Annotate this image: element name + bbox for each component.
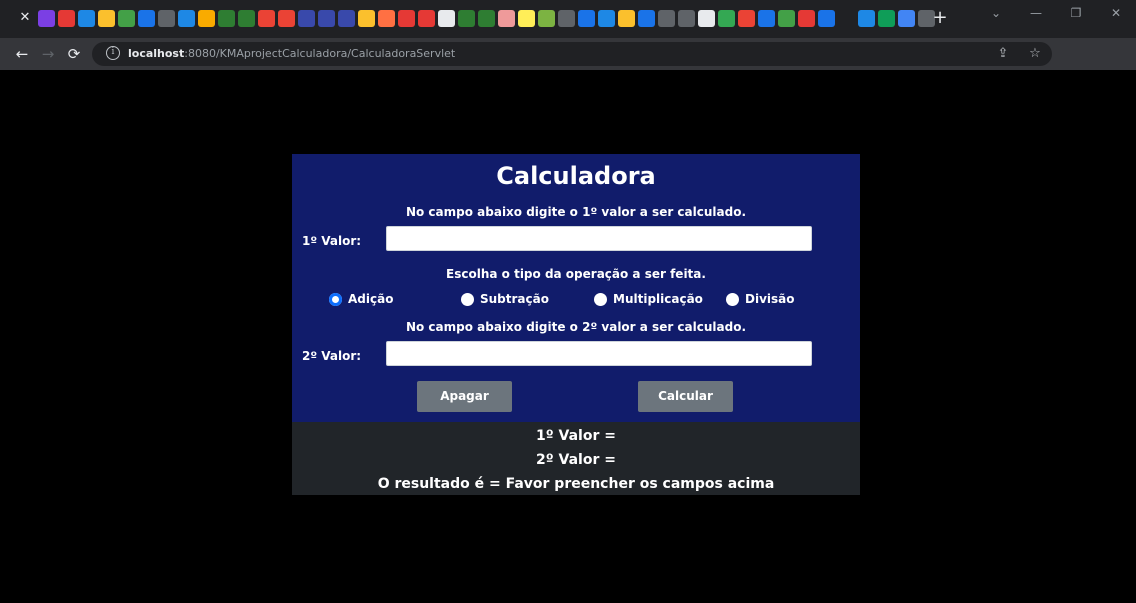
restore-icon[interactable]: ❐ (1056, 0, 1096, 30)
radio-subtracao[interactable]: Subtração (461, 290, 549, 308)
radio-dot[interactable] (461, 292, 474, 306)
tab-favicon-icon[interactable] (498, 10, 515, 27)
tab-favicon-icon[interactable] (658, 10, 675, 27)
tab-favicon-icon[interactable] (58, 10, 75, 27)
operation-hint: Escolha o tipo da operação a ser feita. (446, 267, 706, 281)
reload-icon[interactable]: ⟳ (64, 44, 84, 64)
info-icon[interactable]: i (106, 46, 120, 60)
tab-favicon-icon[interactable] (138, 10, 155, 27)
tab-favicon-icon[interactable] (718, 10, 735, 27)
tab-favicon-icon[interactable] (698, 10, 715, 27)
url-text[interactable]: localhost:8080/KMAprojectCalculadora/Cal… (128, 46, 455, 62)
radio-multiplicacao[interactable]: Multiplicação (594, 290, 703, 308)
tab-favicon-icon[interactable] (818, 10, 835, 27)
tab-favicon-icon[interactable] (118, 10, 135, 27)
tab-favicon-icon[interactable] (178, 10, 195, 27)
result-second-value: 2º Valor = (536, 452, 616, 468)
tab-close-icon[interactable]: ✕ (18, 10, 32, 26)
tab-favicons (38, 10, 935, 28)
tab-favicon-icon[interactable] (838, 10, 855, 27)
tab-favicon-icon[interactable] (298, 10, 315, 27)
tab-favicon-icon[interactable] (338, 10, 355, 27)
tab-search-icon[interactable]: ⌄ (976, 0, 1016, 30)
tab-favicon-icon[interactable] (738, 10, 755, 27)
back-icon[interactable]: ← (12, 44, 32, 64)
calculate-button[interactable]: Calcular (638, 381, 733, 412)
radio-label: Adição (348, 292, 394, 306)
tab-favicon-icon[interactable] (358, 10, 375, 27)
second-value-input[interactable] (386, 341, 812, 366)
address-bar[interactable]: i localhost:8080/KMAprojectCalculadora/C… (92, 42, 1052, 66)
tab-favicon-icon[interactable] (678, 10, 695, 27)
operation-radio-group: Adição Subtração Multiplicação Divisão (292, 290, 860, 308)
tab-favicon-icon[interactable] (218, 10, 235, 27)
tab-favicon-icon[interactable] (858, 10, 875, 27)
tab-favicon-icon[interactable] (778, 10, 795, 27)
tab-favicon-icon[interactable] (278, 10, 295, 27)
url-path: :8080/KMAprojectCalculadora/CalculadoraS… (184, 47, 456, 60)
tab-favicon-icon[interactable] (258, 10, 275, 27)
tab-favicon-icon[interactable] (598, 10, 615, 27)
tab-favicon-icon[interactable] (638, 10, 655, 27)
tab-favicon-icon[interactable] (398, 10, 415, 27)
first-value-label: 1º Valor: (302, 234, 362, 248)
tab-favicon-icon[interactable] (238, 10, 255, 27)
result-panel: 1º Valor = 2º Valor = O resultado é = Fa… (292, 422, 860, 495)
tab-favicon-icon[interactable] (478, 10, 495, 27)
tab-favicon-icon[interactable] (98, 10, 115, 27)
tab-favicon-icon[interactable] (378, 10, 395, 27)
second-value-hint: No campo abaixo digite o 2º valor a ser … (405, 320, 747, 334)
second-value-label: 2º Valor: (302, 349, 362, 363)
new-tab-icon[interactable]: + (930, 7, 950, 29)
tab-favicon-icon[interactable] (318, 10, 335, 27)
tab-favicon-icon[interactable] (558, 10, 575, 27)
tab-favicon-icon[interactable] (538, 10, 555, 27)
radio-divisao[interactable]: Divisão (726, 290, 795, 308)
close-window-icon[interactable]: ✕ (1096, 0, 1136, 30)
tab-favicon-icon[interactable] (878, 10, 895, 27)
share-icon[interactable]: ⇪ (994, 45, 1012, 63)
first-value-hint: No campo abaixo digite o 1º valor a ser … (405, 205, 747, 219)
tab-favicon-icon[interactable] (418, 10, 435, 27)
radio-dot[interactable] (329, 292, 342, 306)
url-host: localhost (128, 47, 185, 60)
radio-label: Subtração (480, 292, 549, 306)
address-bar-actions: ⇪ ☆ (994, 45, 1044, 63)
browser-tab-strip: ✕ + ⌄ — ❐ ✕ (0, 0, 1136, 38)
result-message: O resultado é = Favor preencher os campo… (377, 476, 775, 492)
radio-label: Divisão (745, 292, 795, 306)
minimize-icon[interactable]: — (1016, 0, 1056, 30)
tab-favicon-icon[interactable] (158, 10, 175, 27)
tab-favicon-icon[interactable] (898, 10, 915, 27)
tab-favicon-icon[interactable] (438, 10, 455, 27)
tab-favicon-icon[interactable] (198, 10, 215, 27)
radio-adicao[interactable]: Adição (329, 290, 393, 308)
page-title: Calculadora (496, 162, 656, 190)
radio-dot[interactable] (726, 292, 739, 306)
calculator-form: Calculadora No campo abaixo digite o 1º … (292, 154, 860, 422)
tab-favicon-icon[interactable] (78, 10, 95, 27)
tab-favicon-icon[interactable] (38, 10, 55, 27)
tab-favicon-icon[interactable] (798, 10, 815, 27)
tab-favicon-icon[interactable] (518, 10, 535, 27)
window-controls: ⌄ — ❐ ✕ (976, 0, 1136, 30)
forward-icon[interactable]: → (38, 44, 58, 64)
tab-favicon-icon[interactable] (458, 10, 475, 27)
clear-button[interactable]: Apagar (417, 381, 512, 412)
result-first-value: 1º Valor = (536, 428, 616, 444)
first-value-input[interactable] (386, 226, 812, 251)
radio-label: Multiplicação (613, 292, 703, 306)
browser-toolbar: ← → ⟳ i localhost:8080/KMAprojectCalcula… (0, 38, 1136, 102)
tab-favicon-icon[interactable] (578, 10, 595, 27)
radio-dot[interactable] (594, 292, 607, 306)
bookmark-star-icon[interactable]: ☆ (1026, 45, 1044, 63)
tab-favicon-icon[interactable] (758, 10, 775, 27)
tab-favicon-icon[interactable] (618, 10, 635, 27)
